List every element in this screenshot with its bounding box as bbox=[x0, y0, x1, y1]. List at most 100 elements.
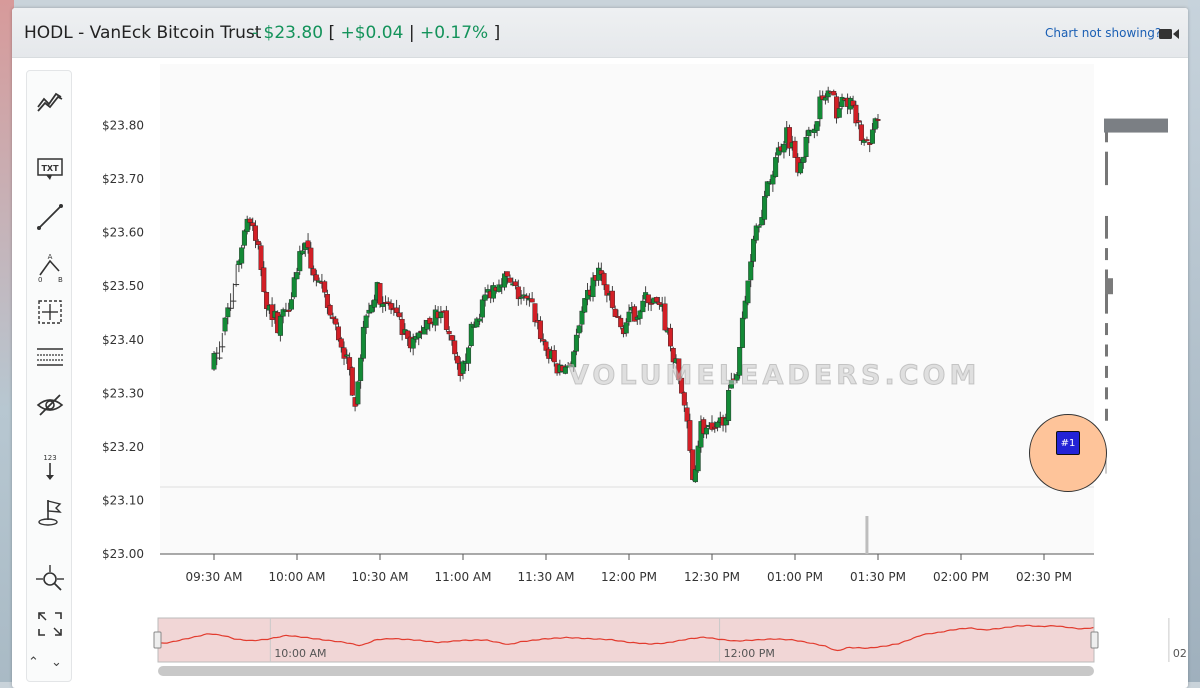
candle-body bbox=[742, 300, 748, 319]
x-tick-label: 01:00 PM bbox=[767, 570, 823, 584]
candle-body bbox=[446, 331, 452, 335]
candlestick-chart[interactable]: $23.00 $23.10 $23.20 $23.30 $23.40 $23.50 $23.… bbox=[74, 64, 1188, 684]
candle-body bbox=[449, 335, 455, 341]
chevron-up-icon[interactable]: ⌃ bbox=[28, 655, 39, 670]
candle-body bbox=[751, 238, 757, 262]
candle-body bbox=[344, 354, 350, 357]
candle-body bbox=[308, 247, 314, 269]
candle-body bbox=[618, 317, 624, 328]
fullscreen-icon bbox=[38, 612, 62, 636]
line-tool[interactable] bbox=[34, 201, 66, 233]
text-tool[interactable]: TXT bbox=[34, 153, 66, 185]
candle-body bbox=[726, 390, 732, 421]
candle-body bbox=[864, 139, 870, 142]
hide-tool[interactable] bbox=[34, 389, 66, 421]
candle-body bbox=[300, 250, 306, 255]
volume-profile-bar bbox=[1105, 387, 1108, 400]
sort-tool[interactable]: 123 bbox=[34, 451, 66, 483]
candle-body bbox=[371, 299, 377, 308]
candle-body bbox=[211, 353, 217, 370]
candle-body bbox=[225, 307, 231, 318]
svg-text:0: 0 bbox=[38, 276, 42, 283]
candle-body bbox=[537, 320, 543, 340]
abc-pattern-icon: A 0 B bbox=[38, 253, 63, 283]
navigator-left-handle[interactable] bbox=[153, 631, 162, 649]
crosshair-box-icon bbox=[38, 300, 62, 324]
background-edge-right bbox=[1188, 0, 1200, 682]
candle-body bbox=[748, 261, 754, 281]
candle-body bbox=[737, 347, 743, 376]
svg-text:123: 123 bbox=[43, 454, 56, 462]
candle-body bbox=[822, 97, 828, 101]
trend-line-tool[interactable] bbox=[34, 85, 66, 117]
volume-profile-bar bbox=[1105, 151, 1108, 164]
chevron-down-icon[interactable]: ⌄ bbox=[51, 655, 62, 670]
candle-body bbox=[355, 381, 361, 405]
volume-profile-bar bbox=[1105, 365, 1108, 378]
sort-123-icon: 123 bbox=[43, 454, 57, 480]
candle-body bbox=[853, 104, 859, 124]
candle-body bbox=[396, 312, 402, 318]
candle-body bbox=[250, 222, 256, 227]
drawing-toolbar: TXT A 0 B 123 bbox=[26, 70, 72, 682]
candle-body bbox=[798, 162, 804, 174]
candle-body bbox=[728, 379, 734, 389]
crosshair-tool[interactable] bbox=[34, 296, 66, 328]
svg-text:A: A bbox=[48, 253, 53, 261]
chart-not-showing-link[interactable]: Chart not showing? bbox=[1045, 26, 1161, 40]
abc-pattern-tool[interactable]: A 0 B bbox=[34, 251, 66, 283]
candle-body bbox=[579, 310, 585, 325]
candle-body bbox=[438, 312, 444, 318]
candle-body bbox=[626, 311, 632, 323]
candle-body bbox=[410, 337, 416, 349]
candle-body bbox=[656, 302, 662, 305]
candle-body bbox=[452, 340, 458, 355]
line-icon bbox=[37, 204, 63, 230]
candle-body bbox=[258, 245, 264, 270]
bracket-close: ] bbox=[493, 23, 501, 43]
volume-profile-bar bbox=[1105, 301, 1108, 314]
candle-body bbox=[297, 251, 303, 272]
candle-body bbox=[576, 325, 582, 334]
candle-body bbox=[255, 240, 261, 246]
fullscreen-tool[interactable] bbox=[34, 608, 66, 640]
candle-body bbox=[745, 280, 751, 304]
price-change-pct: +0.17% bbox=[419, 23, 489, 43]
chart-area[interactable]: $23.00 $23.10 $23.20 $23.30 $23.40 $23.50 $23.… bbox=[74, 64, 1188, 684]
candle-body bbox=[781, 143, 787, 153]
volume-profile-bar bbox=[1105, 278, 1113, 295]
y-tick-label: $23.40 bbox=[102, 333, 144, 347]
zoom-arrows-icon bbox=[36, 565, 64, 591]
candle-body bbox=[695, 445, 701, 472]
candle-body bbox=[662, 303, 668, 331]
candle-body bbox=[601, 273, 607, 286]
candle-body bbox=[582, 298, 588, 313]
candle-body bbox=[338, 338, 344, 348]
x-tick-label: 01:30 PM bbox=[850, 570, 906, 584]
y-tick-label: $23.80 bbox=[102, 119, 144, 133]
candle-body bbox=[443, 310, 449, 330]
candle-body bbox=[358, 357, 364, 381]
candle-body bbox=[286, 309, 292, 312]
navigator-label: 12:00 PM bbox=[724, 647, 775, 660]
navigator-scrollbar[interactable] bbox=[158, 666, 1094, 676]
zoom-tool[interactable] bbox=[34, 563, 66, 595]
x-tick-label: 10:30 AM bbox=[352, 570, 409, 584]
candle-body bbox=[466, 347, 472, 364]
flag-tool[interactable] bbox=[34, 496, 66, 528]
navigator-right-handle[interactable] bbox=[1090, 631, 1099, 649]
candle-body bbox=[288, 299, 294, 310]
grid-tool[interactable] bbox=[34, 341, 66, 373]
event-marker-badge[interactable]: #1 bbox=[1056, 431, 1080, 455]
x-tick-label: 11:30 AM bbox=[518, 570, 575, 584]
video-camera-icon[interactable] bbox=[1158, 26, 1180, 42]
candle-body bbox=[360, 326, 366, 359]
candle-body bbox=[679, 377, 685, 394]
candle-body bbox=[252, 225, 258, 241]
candle-body bbox=[703, 427, 709, 435]
y-tick-label: $23.30 bbox=[102, 386, 144, 400]
candle-body bbox=[739, 317, 745, 348]
volume-profile-bar bbox=[1105, 408, 1108, 421]
candle-body bbox=[668, 327, 674, 347]
candle-body bbox=[540, 339, 546, 342]
